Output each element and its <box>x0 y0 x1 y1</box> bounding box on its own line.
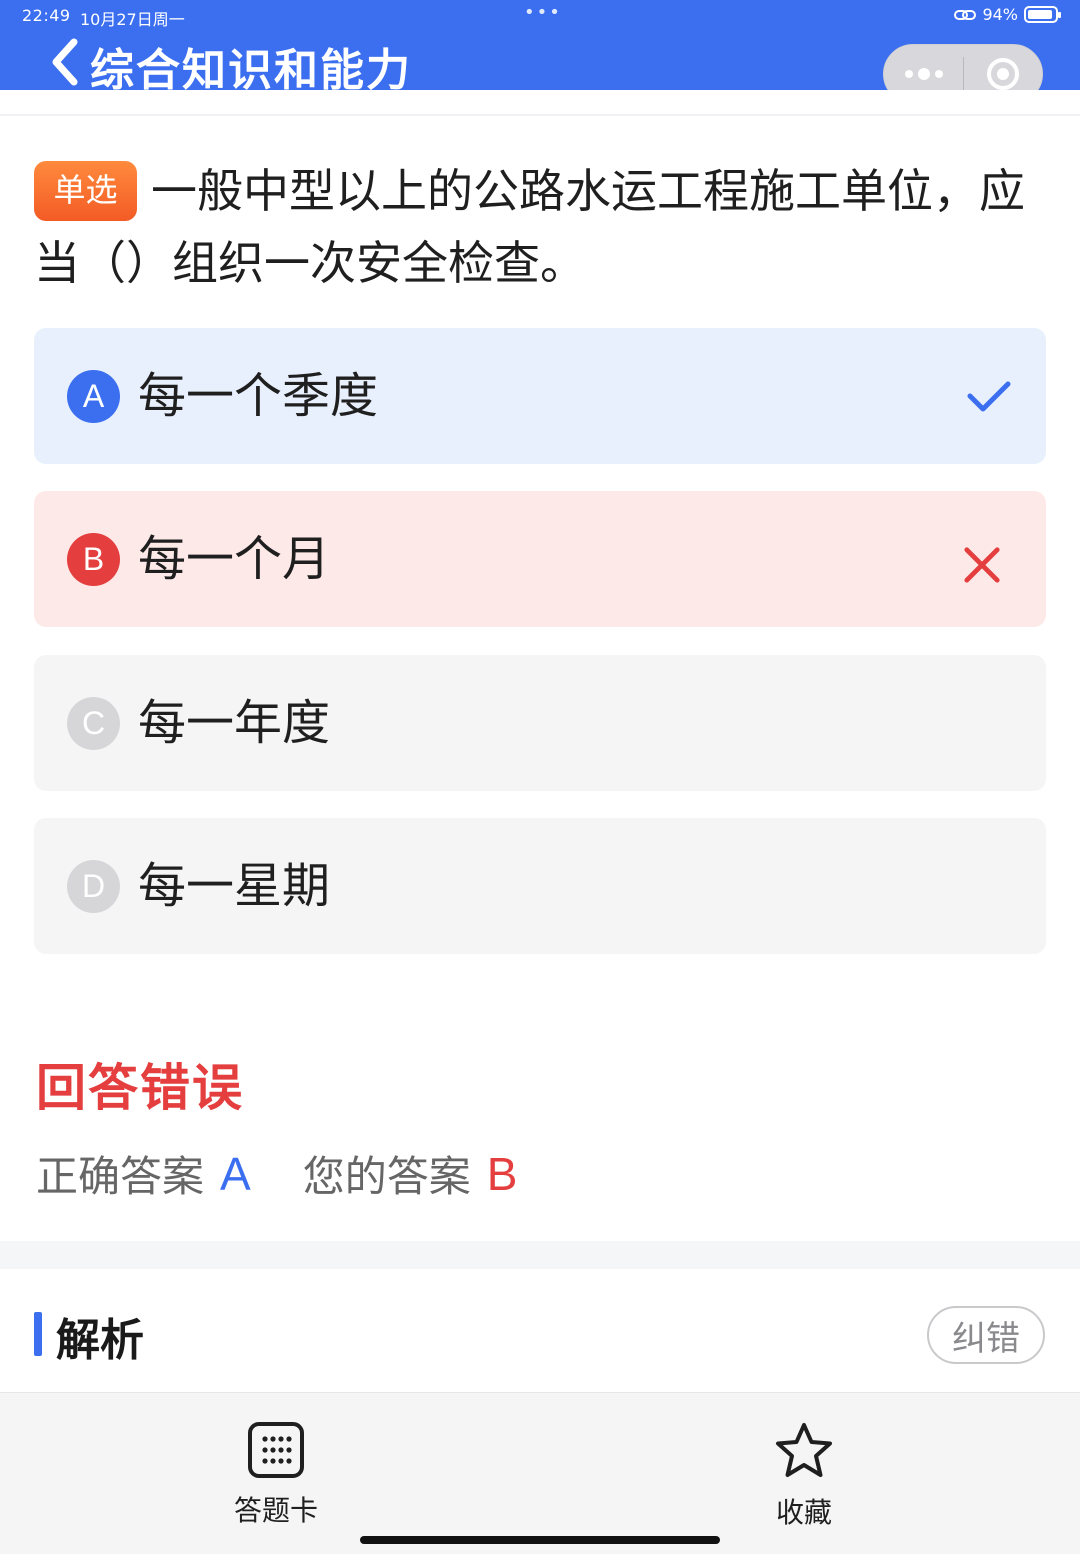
answer-sheet-tab[interactable]: 答题卡 <box>206 1421 346 1529</box>
link-icon <box>954 9 977 20</box>
option-text: 每一个月 <box>138 531 331 587</box>
your-answer-value: B <box>486 1147 518 1200</box>
favorite-label: 收藏 <box>775 1496 832 1529</box>
option-letter: B <box>67 533 120 586</box>
top-header: 22:49 10月27日周一 ••• 94% 综合知识和能力 <box>0 0 1080 104</box>
option-text: 每一星期 <box>138 858 331 914</box>
option-letter: A <box>67 370 120 423</box>
status-date: 10月27日周一 <box>80 10 185 29</box>
option-d[interactable]: D 每一星期 <box>34 818 1046 954</box>
result-title: 回答错误 <box>36 1059 244 1117</box>
battery-fill <box>1028 10 1052 19</box>
battery-percent: 94% <box>982 5 1018 24</box>
favorite-tab[interactable]: 收藏 <box>734 1421 874 1531</box>
star-icon <box>776 1423 832 1477</box>
status-dots: ••• <box>524 2 562 23</box>
page-title: 综合知识和能力 <box>90 45 412 96</box>
option-c[interactable]: C 每一年度 <box>34 655 1046 791</box>
option-text: 每一年度 <box>138 695 331 751</box>
analysis-title: 解析 <box>56 1315 144 1366</box>
question-text: 一般中型以上的公路水运工程施工单位，应当（）组织一次安全检查。 <box>34 164 1025 290</box>
option-letter: D <box>67 860 120 913</box>
header-subbar <box>0 90 1080 116</box>
check-icon <box>967 381 1011 412</box>
bottom-toolbar: 答题卡 收藏 <box>0 1392 1080 1554</box>
answer-summary: 正确答案 A 您的答案 B <box>36 1143 517 1204</box>
question-block: 单选 一般中型以上的公路水运工程施工单位，应当（）组织一次安全检查。 <box>34 155 1044 299</box>
answer-sheet-label: 答题卡 <box>233 1494 318 1527</box>
battery-icon <box>1024 6 1061 23</box>
correct-answer-value: A <box>220 1147 251 1200</box>
question-type-badge: 单选 <box>34 161 137 221</box>
section-divider <box>0 1241 1080 1269</box>
answer-sheet-icon <box>248 1422 304 1478</box>
option-a[interactable]: A 每一个季度 <box>34 328 1046 464</box>
back-chevron-icon[interactable] <box>46 36 86 88</box>
your-answer-label: 您的答案 <box>302 1152 471 1201</box>
home-indicator <box>360 1536 720 1544</box>
cross-icon <box>964 547 1000 583</box>
status-right: 94% <box>954 5 1061 24</box>
correct-answer-label: 正确答案 <box>36 1152 205 1201</box>
status-time: 22:49 <box>22 6 71 25</box>
option-text: 每一个季度 <box>138 368 379 424</box>
option-b[interactable]: B 每一个月 <box>34 491 1046 627</box>
report-error-button[interactable]: 纠错 <box>927 1306 1045 1364</box>
analysis-accent-bar <box>34 1312 42 1356</box>
option-letter: C <box>67 697 120 750</box>
